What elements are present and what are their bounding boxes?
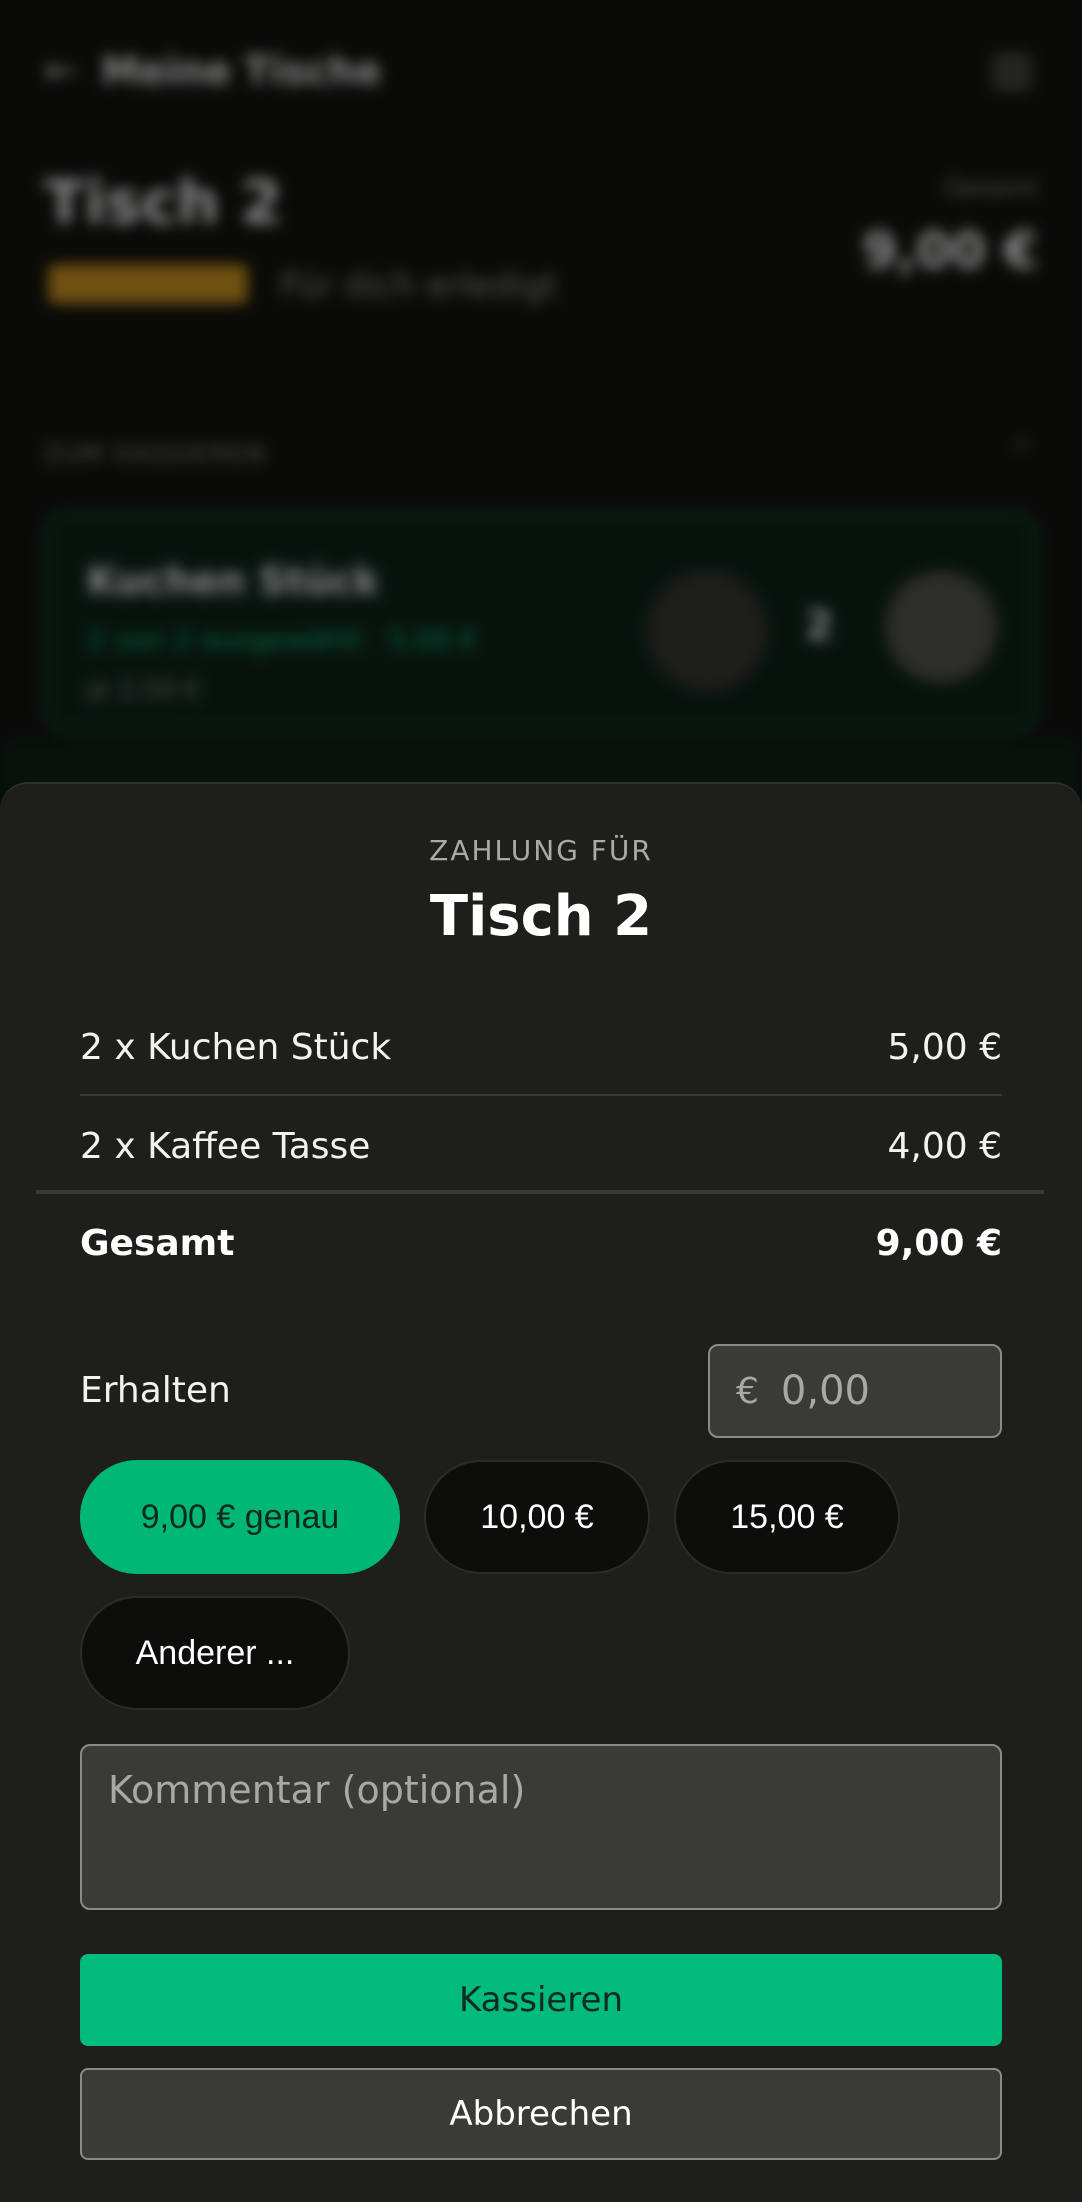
sheet-title: Tisch 2: [429, 884, 653, 949]
quick-amount-15-button[interactable]: 15,00 €: [674, 1460, 900, 1574]
cancel-button[interactable]: Abbrechen: [80, 2068, 1002, 2160]
menu-icon[interactable]: [992, 52, 1032, 92]
line-item-amount: 4,00 €: [887, 1125, 1002, 1167]
line-item: 2 x Kaffee Tasse 4,00 €: [80, 1098, 1002, 1194]
received-label: Erhalten: [80, 1370, 231, 1411]
checkout-button[interactable]: Kassieren: [80, 1954, 1002, 2046]
decrease-button[interactable]: [647, 571, 767, 691]
total-amount: 9,00 €: [875, 1222, 1002, 1264]
payment-sheet: ZAHLUNG FÜR Tisch 2 2 x Kuchen Stück 5,0…: [0, 782, 1082, 2202]
received-amount-field[interactable]: €: [708, 1344, 1002, 1438]
comment-field[interactable]: [80, 1744, 1002, 1910]
total-divider: [36, 1190, 1044, 1194]
quick-amount-exact-button[interactable]: 9,00 € genau: [80, 1460, 400, 1574]
total-row: Gesamt 9,00 €: [80, 1198, 1002, 1288]
sheet-kicker: ZAHLUNG FÜR: [429, 834, 653, 867]
line-item-amount: 5,00 €: [887, 1026, 1002, 1068]
table-title: Tisch 2: [44, 168, 283, 238]
euro-icon: €: [736, 1370, 759, 1412]
received-amount-input[interactable]: [780, 1368, 971, 1414]
total-label: Gesamt: [944, 174, 1038, 202]
section-label: ZUM KASSIEREN: [44, 440, 267, 468]
status-text: Für dich erledigt: [280, 266, 558, 306]
increase-button[interactable]: [885, 571, 997, 683]
total-label: Gesamt: [80, 1222, 235, 1264]
line-item: 2 x Kuchen Stück 5,00 €: [80, 1000, 1002, 1096]
line-item-label: 2 x Kuchen Stück: [80, 1026, 392, 1068]
quick-amount-other-button[interactable]: Anderer ...: [80, 1596, 350, 1710]
chevron-up-icon[interactable]: ⌃: [1009, 436, 1034, 471]
status-badge: [48, 264, 248, 304]
top-navigation: ← Meine Tische: [44, 48, 381, 94]
order-item-card: Kuchen Stück 2 von 2 ausgewählt · 5,00 €…: [44, 512, 1038, 732]
payment-screen: ← Meine Tische Tisch 2 Für dich erledigt…: [0, 0, 1082, 2202]
item-selection-info: 2 von 2 ausgewählt · 5,00 €: [87, 623, 478, 656]
arrow-left-icon[interactable]: ←: [44, 48, 78, 94]
background-table-view: ← Meine Tische Tisch 2 Für dich erledigt…: [0, 0, 1082, 900]
item-name: Kuchen Stück: [87, 559, 379, 603]
item-unit-price: je 2,50 €: [87, 675, 202, 705]
line-item-label: 2 x Kaffee Tasse: [80, 1125, 371, 1167]
item-quantity: 2: [805, 603, 833, 649]
total-value: 9,00 €: [862, 222, 1038, 280]
quick-amount-10-button[interactable]: 10,00 €: [424, 1460, 650, 1574]
nav-title: Meine Tische: [101, 49, 382, 93]
